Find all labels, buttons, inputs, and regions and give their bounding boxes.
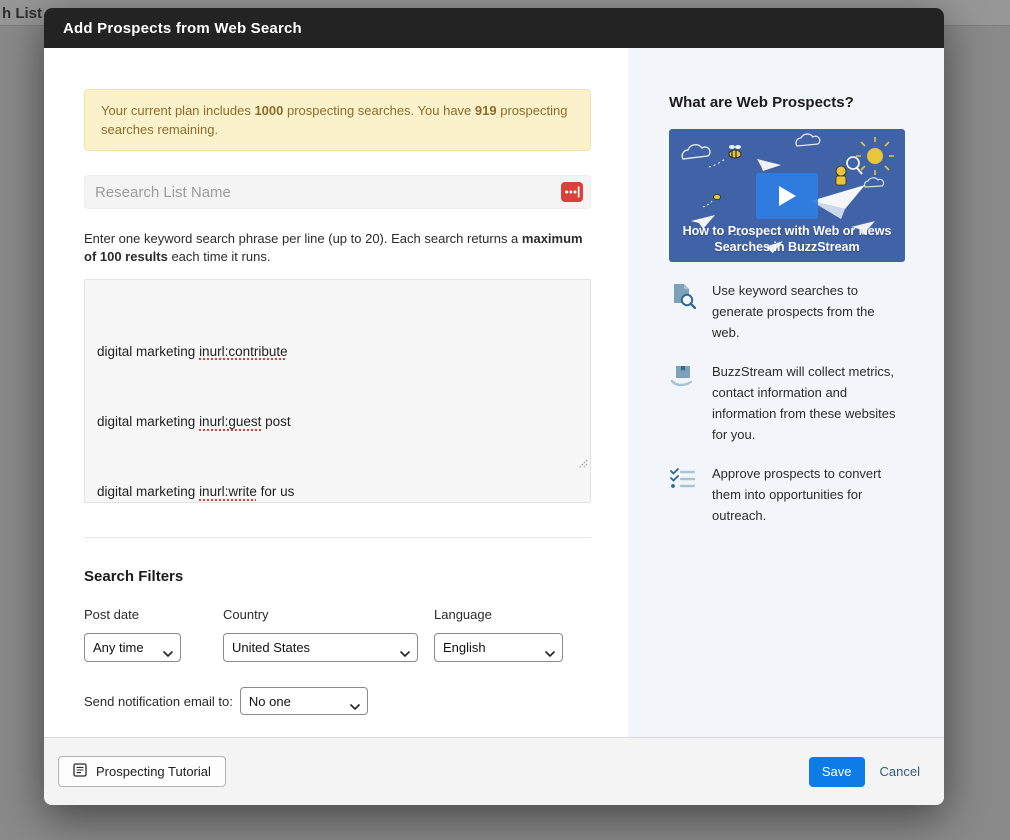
- keyword-line: digital marketing inurl:guest post: [97, 410, 578, 433]
- video-caption: How to Prospect with Web or News Searche…: [669, 223, 905, 255]
- prospecting-tutorial-button[interactable]: Prospecting Tutorial: [58, 756, 226, 787]
- alert-text: Your current plan includes: [101, 103, 254, 118]
- notification-email-select[interactable]: No one: [240, 687, 368, 715]
- keyword-line: digital marketing inurl:write for us: [97, 480, 578, 503]
- section-divider: [84, 537, 591, 538]
- country-label: Country: [223, 607, 418, 622]
- cancel-link[interactable]: Cancel: [880, 764, 920, 779]
- post-date-filter: Post date Any time: [84, 607, 181, 662]
- hand-box-icon: [669, 361, 696, 445]
- post-date-label: Post date: [84, 607, 181, 622]
- country-select[interactable]: United States: [223, 633, 418, 662]
- tutorial-video-thumbnail[interactable]: How to Prospect with Web or News Searche…: [669, 129, 905, 262]
- plan-usage-alert: Your current plan includes 1000 prospect…: [84, 89, 591, 151]
- checklist-icon: [669, 463, 696, 526]
- sidebar-bullet: Approve prospects to convert them into o…: [669, 463, 905, 526]
- alert-remaining-searches: 919: [475, 103, 497, 118]
- keyword-line: digital marketing inurl:contribute: [97, 340, 578, 363]
- language-select[interactable]: English: [434, 633, 563, 662]
- keyword-instructions: Enter one keyword search phrase per line…: [84, 230, 587, 266]
- background-page-title: h List: [2, 5, 42, 22]
- research-list-name-field: [84, 175, 591, 209]
- bullet-text: Approve prospects to convert them into o…: [712, 463, 905, 526]
- modal-footer: Prospecting Tutorial Save Cancel: [44, 737, 944, 805]
- save-button[interactable]: Save: [809, 757, 865, 787]
- country-filter: Country United States: [223, 607, 418, 662]
- play-button-icon[interactable]: [756, 173, 818, 219]
- search-filters-heading: Search Filters: [84, 568, 591, 585]
- document-search-icon: [669, 280, 696, 343]
- footer-actions: Save Cancel: [809, 757, 920, 787]
- add-prospects-modal: Add Prospects from Web Search Your curre…: [44, 8, 944, 805]
- keyword-search-textarea[interactable]: digital marketing inurl:contribute digit…: [84, 279, 591, 503]
- bullet-text: BuzzStream will collect metrics, contact…: [712, 361, 905, 445]
- modal-body: Your current plan includes 1000 prospect…: [44, 48, 944, 737]
- notification-email-row: Send notification email to: No one: [84, 687, 591, 715]
- prospecting-tutorial-label: Prospecting Tutorial: [96, 764, 211, 779]
- sidebar-heading: What are Web Prospects?: [669, 94, 905, 111]
- post-date-select[interactable]: Any time: [84, 633, 181, 662]
- modal-header: Add Prospects from Web Search: [44, 8, 944, 48]
- autofill-extension-icon[interactable]: [561, 182, 583, 202]
- sidebar-bullet: Use keyword searches to generate prospec…: [669, 280, 905, 343]
- language-label: Language: [434, 607, 563, 622]
- filters-row: Post date Any time Country: [84, 607, 591, 662]
- book-icon: [73, 763, 87, 780]
- page-backdrop: h List Add Prospects from Web Search You…: [0, 0, 1010, 840]
- language-filter: Language English: [434, 607, 563, 662]
- textarea-resize-handle[interactable]: [533, 430, 588, 500]
- sidebar-bullet: BuzzStream will collect metrics, contact…: [669, 361, 905, 445]
- modal-title: Add Prospects from Web Search: [63, 20, 302, 37]
- research-list-name-input[interactable]: [84, 175, 591, 209]
- alert-total-searches: 1000: [254, 103, 283, 118]
- notification-email-label: Send notification email to:: [84, 694, 233, 709]
- main-pane: Your current plan includes 1000 prospect…: [44, 48, 628, 737]
- bullet-text: Use keyword searches to generate prospec…: [712, 280, 905, 343]
- info-sidebar: What are Web Prospects?: [628, 48, 944, 737]
